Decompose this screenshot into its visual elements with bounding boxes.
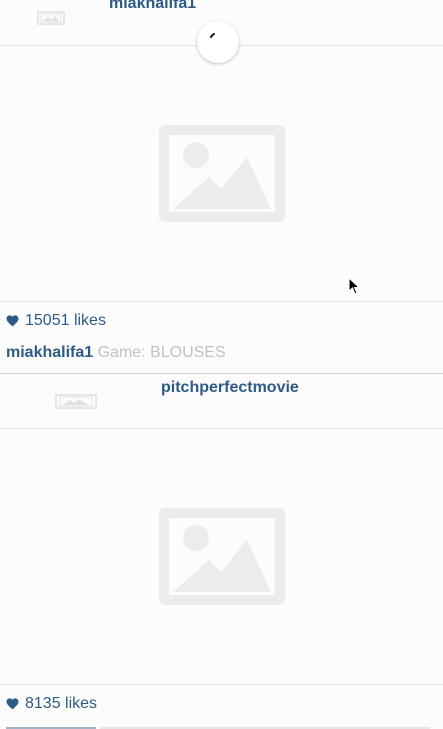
likes-count[interactable]: 8135 likes	[6, 695, 97, 713]
divider	[0, 684, 443, 685]
post-username[interactable]: miakhalifa1	[109, 0, 196, 13]
caption-username[interactable]: miakhalifa1	[6, 344, 93, 361]
loading-spinner-icon	[197, 21, 239, 63]
post-caption: miakhalifa1 Game: BLOUSES	[6, 344, 226, 362]
post-photo[interactable]	[0, 46, 443, 301]
caption-text: Game: BLOUSES	[97, 344, 226, 361]
divider	[0, 301, 443, 302]
post-username[interactable]: pitchperfectmovie	[161, 379, 299, 397]
divider	[0, 373, 443, 374]
heart-icon	[6, 315, 19, 327]
avatar-placeholder-icon[interactable]	[55, 394, 97, 409]
post-photo[interactable]	[0, 429, 443, 684]
likes-count[interactable]: 15051 likes	[6, 312, 106, 330]
likes-label: 8135 likes	[25, 695, 98, 712]
likes-label: 15051 likes	[25, 312, 106, 329]
image-placeholder-icon	[158, 125, 285, 222]
image-placeholder-icon	[158, 508, 285, 605]
mouse-pointer-icon	[348, 277, 360, 295]
heart-icon	[6, 698, 19, 710]
avatar-placeholder-icon[interactable]	[37, 11, 65, 25]
